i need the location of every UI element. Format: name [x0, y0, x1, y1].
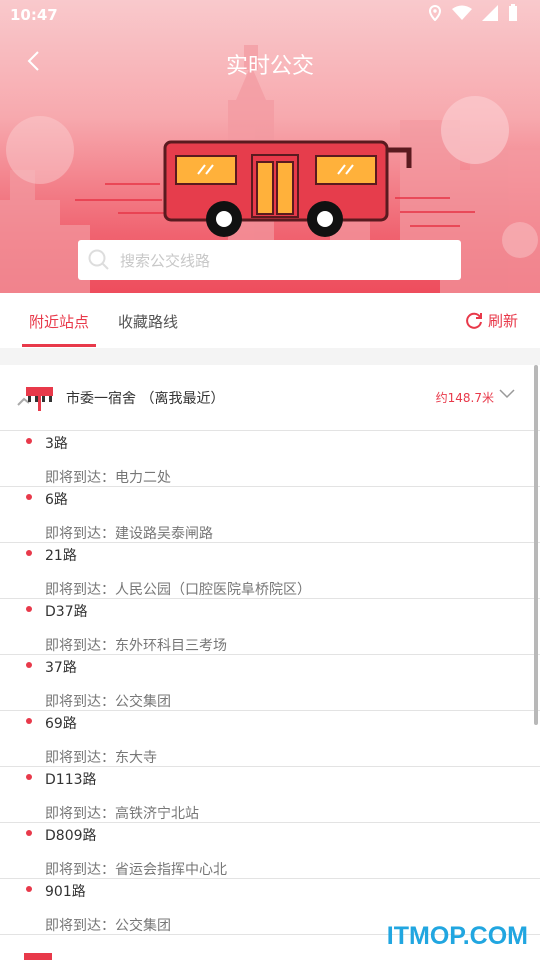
scrollbar[interactable] — [534, 365, 538, 725]
route-dot-icon — [26, 830, 32, 836]
status-bar: 10:47 — [0, 0, 540, 31]
status-time: 10:47 — [10, 6, 58, 24]
route-dot-icon — [26, 606, 32, 612]
route-row[interactable]: D113路即将到达：高铁济宁北站 — [0, 767, 540, 823]
station-header[interactable]: 市委一宿舍 （离我最近） 约148.7米 — [0, 365, 540, 431]
tab-bar: 附近站点 收藏路线 刷新 — [0, 293, 540, 348]
route-line-name: 901路 — [45, 884, 86, 900]
route-row[interactable]: D809路即将到达：省运会指挥中心北 — [0, 823, 540, 879]
route-line-name: 69路 — [45, 716, 77, 732]
route-line-name: 3路 — [45, 436, 68, 452]
route-line-name: 21路 — [45, 548, 77, 564]
route-dot-icon — [26, 438, 32, 444]
route-next-stop: 即将到达：东大寺 — [45, 750, 157, 766]
battery-icon — [509, 4, 517, 21]
search-placeholder: 搜索公交线路 — [120, 251, 211, 270]
route-dot-icon — [26, 886, 32, 892]
route-dot-icon — [26, 662, 32, 668]
next-station-icon — [24, 953, 52, 960]
route-line-name: 37路 — [45, 660, 77, 676]
station-distance: 约148.7米 — [435, 391, 494, 405]
chevron-down-icon[interactable] — [499, 389, 515, 399]
tab-nearby-stations[interactable]: 附近站点 — [29, 311, 89, 332]
route-next-stop: 即将到达：电力二处 — [45, 470, 171, 486]
search-input[interactable]: 搜索公交线路 — [78, 240, 461, 280]
route-line-name: D37路 — [45, 604, 88, 620]
route-line-name: D113路 — [45, 772, 97, 788]
refresh-icon — [466, 312, 482, 329]
signal-icon — [482, 5, 498, 21]
route-next-stop: 即将到达：公交集团 — [45, 918, 171, 934]
route-next-stop: 即将到达：东外环科目三考场 — [45, 638, 227, 654]
route-dot-icon — [26, 718, 32, 724]
route-row[interactable]: 6路即将到达：建设路吴泰闸路 — [0, 487, 540, 543]
route-row[interactable]: D37路即将到达：东外环科目三考场 — [0, 599, 540, 655]
refresh-label: 刷新 — [487, 312, 518, 330]
wifi-icon — [452, 5, 472, 20]
route-line-name: D809路 — [45, 828, 97, 844]
route-row[interactable]: 21路即将到达：人民公园（口腔医院阜桥院区） — [0, 543, 540, 599]
route-next-stop: 即将到达：人民公园（口腔医院阜桥院区） — [45, 582, 311, 598]
route-line-name: 6路 — [45, 492, 68, 508]
route-next-stop: 即将到达：建设路吴泰闸路 — [45, 526, 213, 542]
tab-favorite-routes[interactable]: 收藏路线 — [118, 311, 178, 332]
station-card: 市委一宿舍 （离我最近） 约148.7米 3路 即将到达：电力二处 6路 即将到达：建… — [0, 365, 540, 960]
route-dot-icon — [26, 494, 32, 500]
route-dot-icon — [26, 550, 32, 556]
bus-illustration — [163, 140, 412, 237]
route-next-stop: 即将到达：高铁济宁北站 — [45, 806, 199, 822]
page-title: 实时公交 — [225, 54, 314, 79]
route-row[interactable]: 3路即将到达：电力二处 — [0, 431, 540, 487]
refresh-button[interactable]: 刷新 — [464, 310, 518, 331]
route-dot-icon — [26, 774, 32, 780]
route-next-stop: 即将到达：省运会指挥中心北 — [45, 862, 227, 878]
bus-stop-icon — [17, 387, 53, 411]
location-icon — [428, 5, 442, 21]
route-next-stop: 即将到达：公交集团 — [45, 694, 171, 710]
search-icon — [88, 249, 109, 270]
watermark: ITMOP.COM — [386, 922, 528, 950]
station-name: 市委一宿舍 （离我最近） — [66, 391, 225, 407]
active-tab-indicator — [22, 344, 96, 347]
route-row[interactable]: 37路即将到达：公交集团 — [0, 655, 540, 711]
route-row[interactable]: 69路即将到达：东大寺 — [0, 711, 540, 767]
